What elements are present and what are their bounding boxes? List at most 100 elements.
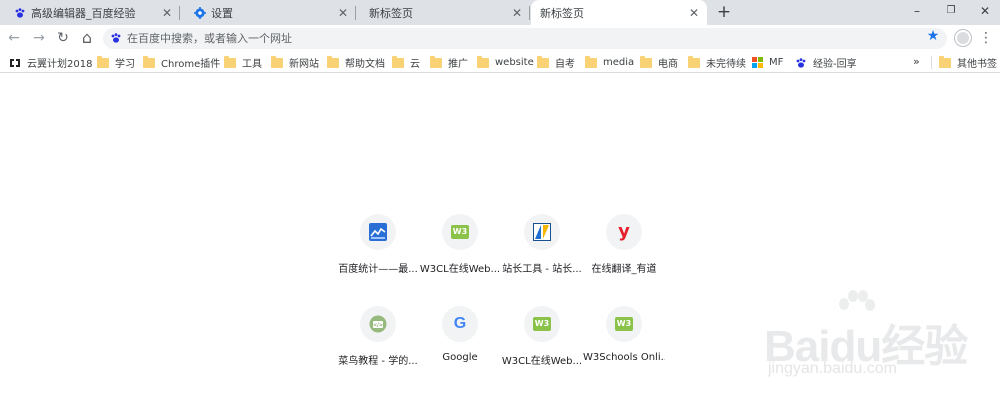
folder-icon: [688, 55, 700, 68]
tab-baidu-editor[interactable]: 高级编辑器_百度经验 ✕: [0, 0, 180, 25]
bookmark-folder[interactable]: 帮助文档: [327, 54, 385, 71]
most-visited-tile[interactable]: W3 W3CL在线Web...: [501, 306, 583, 370]
restore-button[interactable]: ❐: [936, 0, 966, 25]
bookmark-item[interactable]: 云翼计划2018: [9, 54, 92, 71]
bookmark-folder[interactable]: 自考: [537, 54, 575, 71]
bookmark-item[interactable]: MF: [752, 54, 783, 71]
tab-close-icon[interactable]: ✕: [336, 6, 350, 20]
tab-settings[interactable]: 设置 ✕: [180, 0, 356, 25]
bookmark-label: 未完待续: [706, 59, 746, 70]
tab-strip: 高级编辑器_百度经验 ✕ 设置 ✕ 新标签页 ✕ 新标签页 ✕ + – ❐ ✕: [0, 0, 1000, 25]
chinaz-icon: [533, 223, 551, 241]
tab-close-icon[interactable]: ✕: [160, 6, 174, 20]
tab-title: 新标签页: [369, 6, 413, 20]
reload-button[interactable]: ↻: [53, 28, 73, 48]
bookmark-folder[interactable]: 云: [392, 54, 420, 71]
folder-icon: [537, 55, 549, 68]
folder-icon: [640, 55, 652, 68]
tile-title: Google: [442, 352, 478, 363]
back-button[interactable]: ←: [4, 28, 24, 48]
folder-icon: [224, 55, 236, 68]
forward-button[interactable]: →: [29, 28, 49, 48]
bookmark-folder[interactable]: media: [585, 54, 634, 71]
gear-icon: [194, 6, 206, 19]
bookmark-folder[interactable]: 新网站: [271, 54, 319, 71]
bookmark-folder[interactable]: 未完待续: [688, 54, 746, 71]
baidu-paw-icon: [111, 33, 121, 43]
bookmark-folder[interactable]: 电商: [640, 54, 678, 71]
bookmark-folder[interactable]: 工具: [224, 54, 262, 71]
watermark-url: jingyan.baidu.com: [768, 360, 897, 377]
cloud-logo-icon: [10, 58, 20, 67]
home-button[interactable]: ⌂: [77, 28, 97, 48]
tab-close-icon[interactable]: ✕: [510, 6, 524, 20]
bookmark-label: media: [603, 57, 635, 68]
tile-icon-background: </>: [360, 306, 396, 342]
bookmark-label: 帮助文档: [345, 59, 385, 70]
google-g-icon: G: [453, 315, 467, 332]
w3-icon: W3: [451, 225, 469, 239]
bookmark-item[interactable]: 经验-回享: [795, 54, 857, 71]
folder-icon: [585, 55, 597, 68]
most-visited-tile[interactable]: G Google: [419, 306, 501, 370]
tile-title: 站长工具 - 站长...: [502, 264, 582, 275]
tile-title: W3CL在线Web...: [501, 356, 583, 367]
most-visited-tile[interactable]: W3 W3Schools Onli...: [583, 306, 665, 370]
tile-title: W3CL在线Web...: [419, 264, 501, 275]
tile-icon-background: W3: [442, 214, 478, 250]
bookmark-label: 经验-回享: [813, 59, 857, 70]
folder-icon: [271, 55, 283, 68]
tile-icon-background: W3: [524, 306, 560, 342]
bookmark-label: MF: [769, 57, 784, 68]
tab-close-icon[interactable]: ✕: [687, 6, 701, 20]
bookmark-star-icon[interactable]: ★: [925, 28, 941, 44]
bookmark-label: 其他书签: [957, 59, 997, 70]
tile-title: W3Schools Onli...: [583, 352, 665, 363]
bookmarks-overflow-chevron-icon[interactable]: »: [913, 54, 920, 69]
svg-text:</>: </>: [373, 323, 383, 329]
bookmark-folder[interactable]: 学习: [97, 54, 135, 71]
bookmark-label: 学习: [115, 59, 135, 70]
folder-icon: [477, 55, 489, 68]
address-bar-placeholder: 在百度中搜索，或者输入一个网址: [127, 32, 292, 45]
bookmark-label: website: [495, 57, 534, 68]
tab-new-tab-active[interactable]: 新标签页 ✕: [531, 0, 707, 25]
baidu-jingyan-watermark: Baidu经验 jingyan.baidu.com: [764, 290, 994, 385]
baidu-paw-icon: [796, 57, 806, 68]
most-visited-tile[interactable]: </> 菜鸟教程 - 学的...: [337, 306, 419, 370]
address-bar[interactable]: 在百度中搜索，或者输入一个网址: [103, 28, 947, 49]
folder-icon: [97, 55, 109, 68]
w3-icon: W3: [533, 317, 551, 331]
bookmark-label: 自考: [555, 59, 575, 70]
bookmark-folder[interactable]: Chrome插件: [143, 54, 220, 71]
bookmark-label: 云: [410, 59, 420, 70]
other-bookmarks[interactable]: 其他书签: [939, 54, 997, 71]
microsoft-logo-icon: [752, 57, 763, 68]
minimize-button[interactable]: –: [902, 0, 932, 25]
bookmark-label: 电商: [658, 59, 678, 70]
bookmark-folder[interactable]: 推广: [430, 54, 468, 71]
bookmark-label: Chrome插件: [161, 59, 221, 70]
bookmark-folder[interactable]: website: [477, 54, 534, 71]
bookmark-label: 云翼计划2018: [27, 59, 93, 70]
most-visited-tile[interactable]: y 在线翻译_有道: [583, 214, 665, 278]
avatar[interactable]: [955, 30, 971, 46]
bookmark-label: 工具: [242, 59, 262, 70]
tile-icon-background: y: [606, 214, 642, 250]
tile-title: 菜鸟教程 - 学的...: [338, 356, 418, 367]
folder-icon: [392, 55, 404, 68]
toolbar: ← → ↻ ⌂ 在百度中搜索，或者输入一个网址 ★ ⋮: [0, 25, 1000, 52]
most-visited-tile[interactable]: 百度统计——最...: [337, 214, 419, 278]
menu-icon[interactable]: ⋮: [978, 28, 994, 48]
runoob-icon: </>: [369, 315, 387, 333]
folder-icon: [430, 55, 442, 68]
new-tab-button[interactable]: +: [714, 2, 734, 22]
close-window-button[interactable]: ✕: [970, 0, 1000, 25]
bookmarks-bar: 云翼计划2018 学习 Chrome插件 工具 新网站 帮助文档 云 推广 we…: [0, 52, 1000, 73]
baidu-paw-icon: [15, 7, 25, 18]
most-visited-tile[interactable]: 站长工具 - 站长...: [501, 214, 583, 278]
tile-title: 在线翻译_有道: [591, 264, 657, 275]
folder-icon: [939, 55, 951, 68]
tab-new-tab[interactable]: 新标签页 ✕: [356, 0, 530, 25]
most-visited-tile[interactable]: W3 W3CL在线Web...: [419, 214, 501, 278]
